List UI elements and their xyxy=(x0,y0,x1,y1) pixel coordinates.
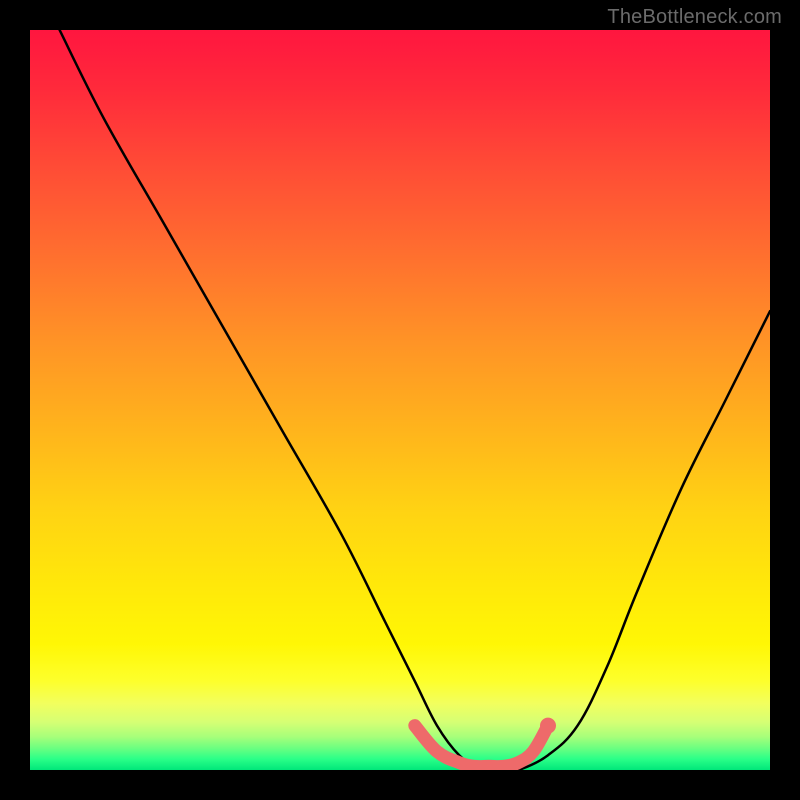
chart-frame: TheBottleneck.com xyxy=(0,0,800,800)
plot-area xyxy=(30,30,770,770)
optimal-band xyxy=(415,726,548,767)
watermark-text: TheBottleneck.com xyxy=(607,6,782,29)
chart-svg xyxy=(30,30,770,770)
bottleneck-curve xyxy=(60,30,770,770)
optimal-marker-icon xyxy=(540,718,556,734)
